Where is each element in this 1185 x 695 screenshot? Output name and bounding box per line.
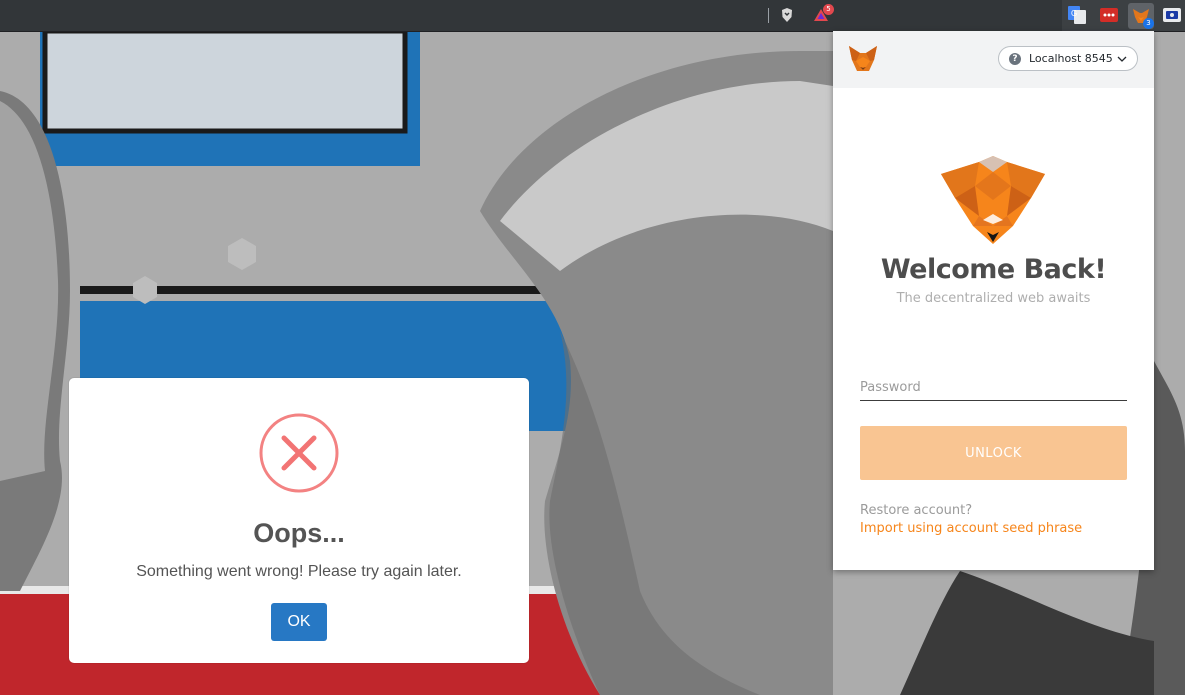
metamask-badge: 3: [1143, 18, 1154, 29]
browser-toolbar: 5 G 3: [0, 0, 1185, 32]
unlock-button[interactable]: UNLOCK: [860, 426, 1127, 480]
import-seed-phrase-link[interactable]: Import using account seed phrase: [860, 521, 1082, 536]
welcome-subtitle: The decentralized web awaits: [896, 291, 1091, 306]
metamask-header: ? Localhost 8545: [833, 31, 1154, 88]
brave-shield-glyph: [782, 8, 792, 22]
translate-glyph: G: [1068, 6, 1086, 24]
ok-button[interactable]: OK: [271, 603, 327, 641]
google-translate-icon[interactable]: G: [1067, 5, 1087, 25]
welcome-heading: Welcome Back!: [880, 254, 1107, 285]
screen-capture-glyph: [1163, 8, 1181, 22]
restore-account-label: Restore account?: [860, 503, 973, 518]
network-selector[interactable]: ? Localhost 8545: [998, 46, 1138, 71]
rewards-badge: 5: [823, 4, 834, 15]
brave-rewards-icon[interactable]: 5: [811, 4, 834, 25]
dialog-title: Oops...: [253, 518, 345, 548]
network-label: Localhost 8545: [1029, 52, 1113, 65]
lastpass-glyph: [1100, 8, 1118, 22]
lastpass-icon[interactable]: [1099, 5, 1119, 25]
extension-icon[interactable]: [1162, 5, 1182, 25]
metamask-logo-icon[interactable]: [847, 43, 879, 75]
error-icon: [259, 413, 339, 493]
svg-text:G: G: [1071, 9, 1077, 18]
question-icon: ?: [1009, 52, 1021, 65]
metamask-icon[interactable]: 3: [1128, 3, 1154, 29]
password-input[interactable]: [860, 374, 1127, 401]
metamask-popup: ? Localhost 8545 Welcome Back! The decen…: [833, 31, 1154, 570]
dialog-message: Something went wrong! Please try again l…: [136, 563, 462, 580]
metamask-fox-icon: [941, 156, 1045, 244]
brave-shield-icon[interactable]: [777, 5, 797, 25]
chevron-down-icon: [1117, 56, 1127, 62]
error-dialog: Oops... Something went wrong! Please try…: [69, 378, 529, 663]
toolbar-divider: [768, 8, 769, 23]
